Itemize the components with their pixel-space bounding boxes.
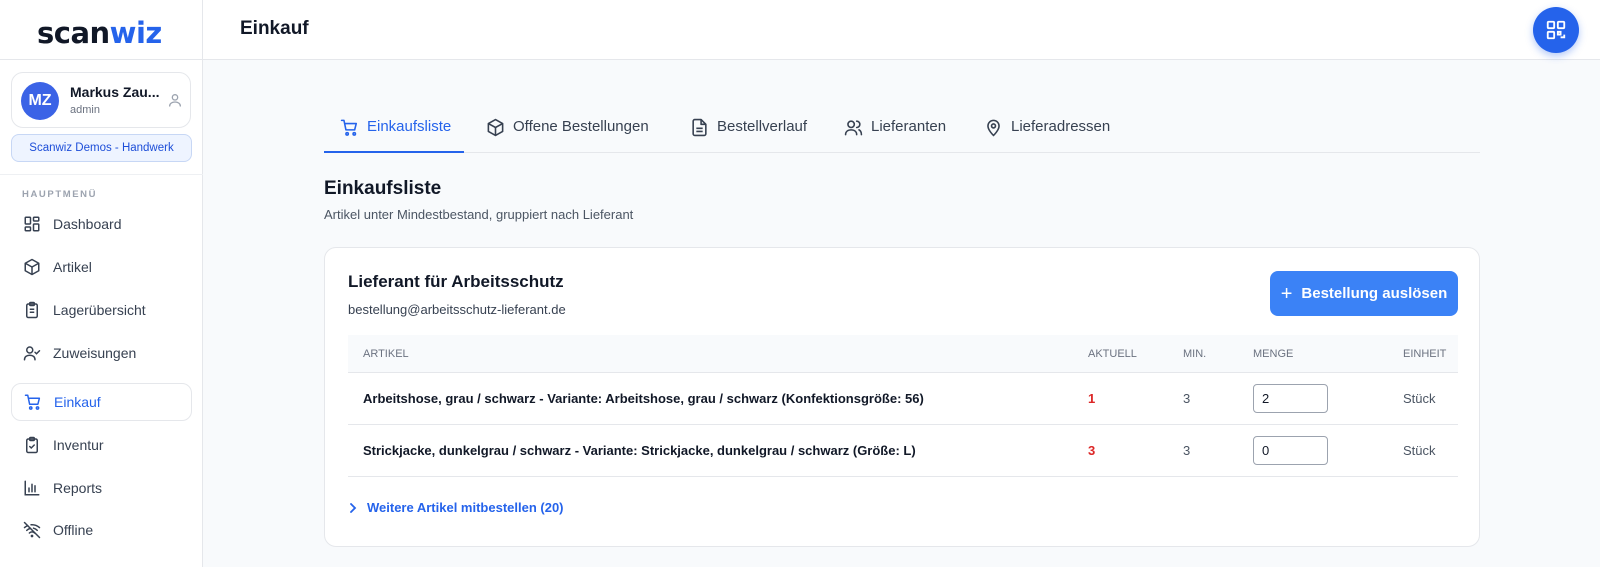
- sidebar-item-label: Zuweisungen: [53, 345, 137, 361]
- bar-chart-icon: [22, 478, 42, 498]
- qr-scan-button[interactable]: [1533, 7, 1579, 53]
- sidebar-item-label: Lagerübersicht: [53, 302, 146, 318]
- tab-bar: Einkaufsliste Offene Bestellungen Bestel…: [324, 110, 1480, 153]
- user-name: Markus Zau...: [70, 84, 160, 100]
- table-row: Arbeitshose, grau / schwarz - Variante: …: [348, 373, 1458, 425]
- user-role: admin: [70, 104, 100, 116]
- dashboard-icon: [22, 214, 42, 234]
- package-icon: [22, 257, 42, 277]
- wifi-off-icon: [22, 520, 42, 540]
- divider: [0, 59, 203, 60]
- top-bar: Einkauf: [203, 0, 1600, 60]
- user-check-icon: [22, 343, 42, 363]
- sidebar-item-zuweisungen[interactable]: Zuweisungen: [11, 334, 192, 372]
- chevron-right-icon: [350, 502, 357, 513]
- cart-icon: [340, 119, 358, 136]
- clipboard-icon: [22, 300, 42, 320]
- section-subtitle: Artikel unter Mindestbestand, gruppiert …: [324, 207, 634, 222]
- scanwiz-logo[interactable]: scanwiz: [37, 14, 162, 52]
- tab-label: Offene Bestellungen: [513, 118, 649, 135]
- column-header-min: MIN.: [1183, 348, 1207, 360]
- sidebar: scanwiz MZ Markus Zau... admin Scanwiz D…: [0, 0, 203, 567]
- supplier-card: Lieferant für Arbeitsschutz bestellung@a…: [324, 247, 1480, 547]
- users-icon: [844, 120, 863, 136]
- user-card[interactable]: MZ Markus Zau... admin: [11, 72, 191, 128]
- place-order-button[interactable]: + Bestellung auslösen: [1270, 271, 1458, 316]
- tab-label: Einkaufsliste: [367, 118, 452, 135]
- divider: [0, 174, 203, 175]
- column-header-unit: EINHEIT: [1403, 348, 1447, 360]
- current-stock: 3: [1088, 443, 1096, 458]
- sidebar-item-artikel[interactable]: Artikel: [11, 248, 192, 286]
- map-pin-icon: [987, 119, 1000, 137]
- button-label: Bestellung auslösen: [1301, 285, 1448, 302]
- sidebar-item-lageruebersicht[interactable]: Lagerübersicht: [11, 291, 192, 329]
- sidebar-item-label: Dashboard: [53, 216, 122, 232]
- document-icon: [692, 118, 707, 137]
- min-stock: 3: [1183, 391, 1191, 406]
- sidebar-item-reports[interactable]: Reports: [11, 469, 192, 507]
- sidebar-item-dashboard[interactable]: Dashboard: [11, 205, 192, 243]
- min-stock: 3: [1183, 443, 1191, 458]
- sidebar-item-einkauf[interactable]: Einkauf: [11, 383, 192, 421]
- supplier-email: bestellung@arbeitsschutz-lieferant.de: [348, 302, 566, 317]
- column-header-article: ARTIKEL: [363, 348, 409, 360]
- sidebar-item-offline[interactable]: Offline: [11, 511, 192, 549]
- table-header: ARTIKEL AKTUELL MIN. MENGE EINHEIT: [348, 335, 1458, 373]
- quantity-input[interactable]: 2: [1253, 384, 1328, 413]
- user-icon[interactable]: [167, 92, 183, 108]
- column-header-current: AKTUELL: [1088, 348, 1137, 360]
- tab-einkaufsliste[interactable]: Einkaufsliste: [324, 110, 464, 153]
- sidebar-item-label: Einkauf: [54, 394, 101, 410]
- unit: Stück: [1403, 443, 1436, 458]
- unit: Stück: [1403, 391, 1436, 406]
- tab-lieferadressen[interactable]: Lieferadressen: [984, 110, 1110, 153]
- sidebar-item-label: Offline: [53, 522, 94, 538]
- more-articles-link[interactable]: Weitere Artikel mitbestellen (20): [348, 500, 564, 515]
- sidebar-item-label: Reports: [53, 480, 103, 496]
- column-header-quantity: MENGE: [1253, 348, 1294, 360]
- quantity-input[interactable]: 0: [1253, 436, 1328, 465]
- sidebar-item-label: Artikel: [53, 259, 92, 275]
- tab-label: Bestellverlauf: [717, 118, 808, 135]
- package-icon: [487, 118, 504, 137]
- menu-heading: HAUPTMENÜ: [22, 189, 98, 200]
- table-row: Strickjacke, dunkelgrau / schwarz - Vari…: [348, 425, 1458, 477]
- tab-lieferanten[interactable]: Lieferanten: [844, 110, 946, 153]
- sidebar-item-label: Inventur: [53, 437, 104, 453]
- tab-bestellverlauf[interactable]: Bestellverlauf: [690, 110, 807, 153]
- more-articles-label: Weitere Artikel mitbestellen (20): [367, 500, 564, 515]
- avatar: MZ: [21, 82, 59, 120]
- qr-code-icon: [1546, 20, 1566, 40]
- tab-label: Lieferadressen: [1011, 118, 1111, 135]
- sidebar-item-inventur[interactable]: Inventur: [11, 426, 192, 464]
- plus-icon: +: [1280, 282, 1293, 305]
- cart-icon: [23, 392, 43, 412]
- current-stock: 1: [1088, 391, 1096, 406]
- section-title: Einkaufsliste: [324, 178, 442, 199]
- tab-label: Lieferanten: [871, 118, 947, 135]
- organization-chip[interactable]: Scanwiz Demos - Handwerk: [11, 134, 192, 162]
- tab-offene-bestellungen[interactable]: Offene Bestellungen: [486, 110, 649, 153]
- clipboard-check-icon: [22, 435, 42, 455]
- article-name: Arbeitshose, grau / schwarz - Variante: …: [363, 391, 924, 406]
- supplier-name: Lieferant für Arbeitsschutz: [348, 272, 564, 291]
- article-name: Strickjacke, dunkelgrau / schwarz - Vari…: [363, 443, 916, 458]
- page-title: Einkauf: [240, 18, 309, 39]
